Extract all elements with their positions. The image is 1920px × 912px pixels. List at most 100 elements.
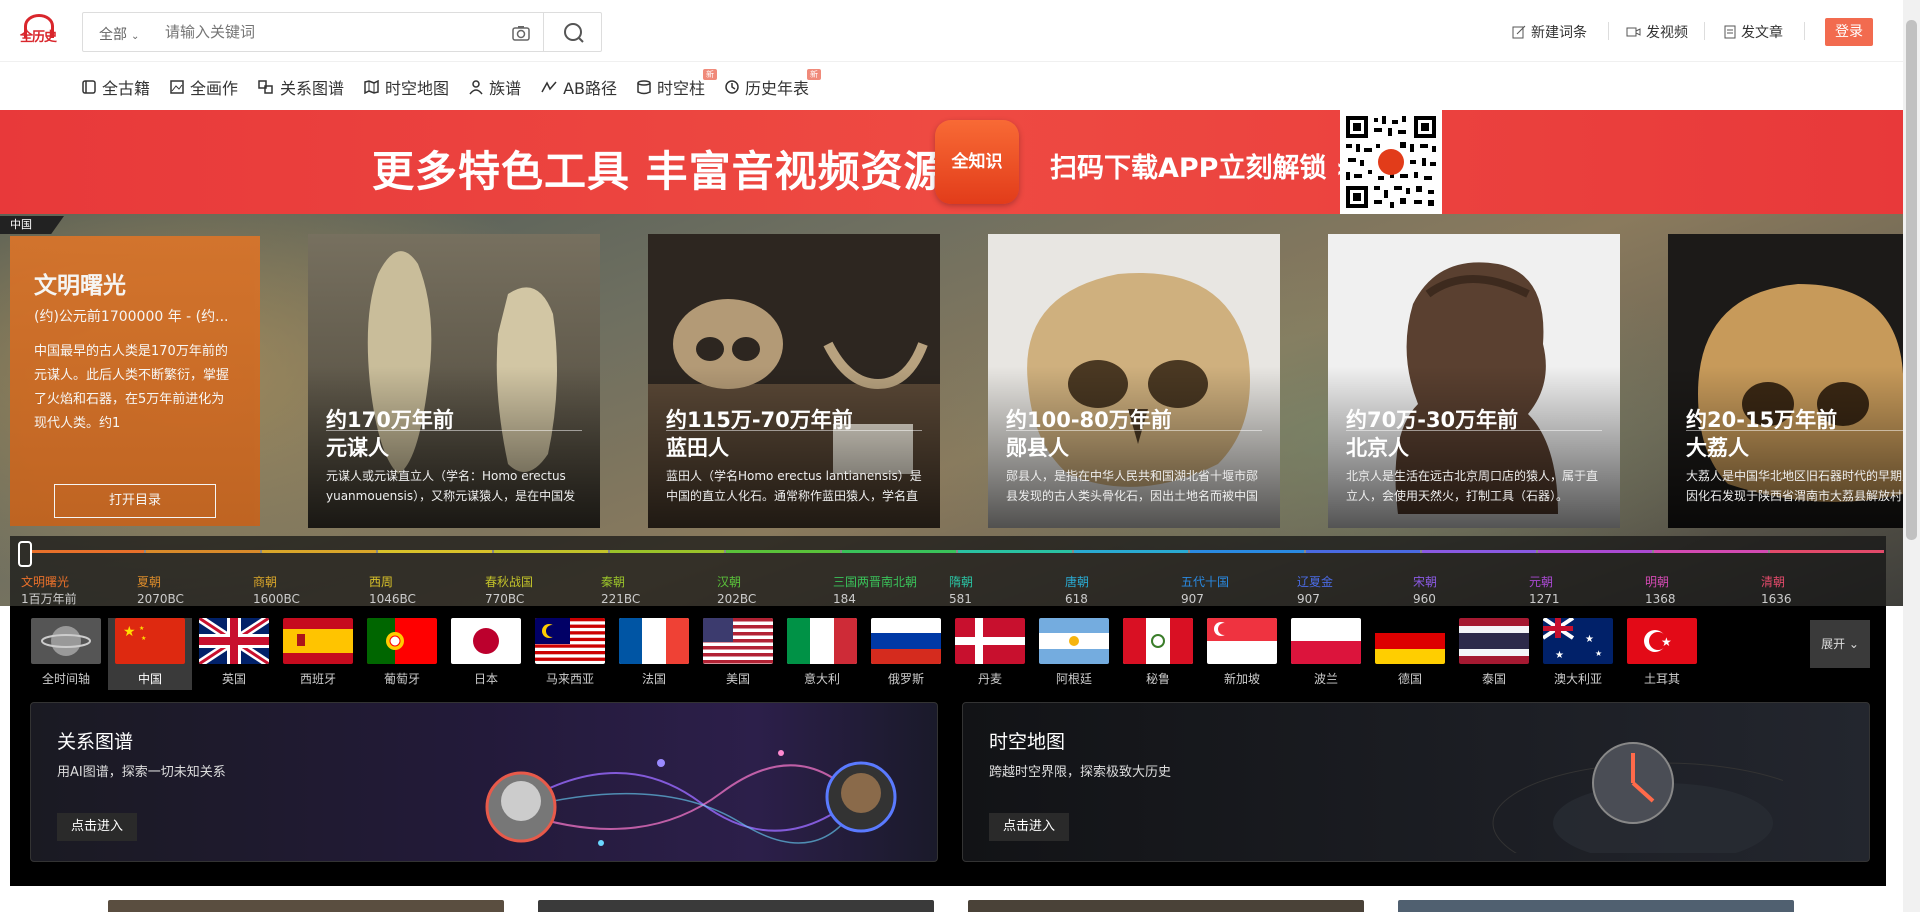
country-flag-option[interactable]: 新加坡 (1206, 618, 1278, 690)
scrollbar-thumb[interactable] (1906, 20, 1917, 540)
timeline-era-segment[interactable] (146, 550, 260, 553)
timeline-era[interactable]: 清朝 1636 (1761, 574, 1792, 606)
country-flag-option[interactable]: 法国 (618, 618, 690, 690)
app-download-banner[interactable]: 更多特色工具 丰富音视频资源 全知识 扫码下载APP立刻解锁 › (0, 110, 1903, 214)
card-name: 蓝田人 (666, 436, 729, 460)
timeline-era-segment[interactable] (958, 550, 1072, 553)
country-name: 澳大利亚 (1553, 672, 1602, 686)
flag-icon (451, 618, 521, 664)
timeline-era-segment[interactable] (842, 550, 956, 553)
timeline-era[interactable]: 五代十国 907 (1181, 574, 1229, 606)
timeline-era-segment[interactable] (262, 550, 376, 553)
country-flag-option[interactable]: 丹麦 (954, 618, 1026, 690)
country-flag-option[interactable]: 俄罗斯 (870, 618, 942, 690)
timeline-era-segment[interactable] (1306, 550, 1420, 553)
era-start-year: 221BC (601, 592, 641, 606)
timeline-era[interactable]: 西周 1046BC (369, 574, 416, 606)
search-input[interactable] (163, 19, 563, 45)
timeline-era-segment[interactable] (378, 550, 492, 553)
country-flag-option[interactable]: 德国 (1374, 618, 1446, 690)
new-entry-button[interactable]: 新建词条 (1512, 22, 1587, 42)
timeline-era-segment[interactable] (494, 550, 608, 553)
country-flag-option[interactable]: 阿根廷 (1038, 618, 1110, 690)
nav-item-relation-graph[interactable]: 关系图谱 (258, 75, 344, 99)
timeline-era[interactable]: 三国两晋南北朝 184 (833, 574, 917, 606)
country-flag-option[interactable]: 马来西亚 (534, 618, 606, 690)
timeline-era[interactable]: 唐朝 618 (1065, 574, 1089, 606)
event-card[interactable]: 约100-80万年前 郧县人 郧县人，是指在中华人民共和国湖北省十堰市郧县发现的… (988, 234, 1280, 528)
timeline-era[interactable]: 元朝 1271 (1529, 574, 1560, 606)
country-flag-option[interactable]: ★ 土耳其 (1626, 618, 1698, 690)
country-flag-option[interactable]: 葡萄牙 (366, 618, 438, 690)
country-name: 秘鲁 (1145, 672, 1170, 686)
open-catalog-button[interactable]: 打开目录 (54, 484, 216, 518)
nav-item-label: 时空柱 (657, 79, 706, 98)
country-flag-option[interactable]: 美国 (702, 618, 774, 690)
country-flag-option[interactable]: 全时间轴 (30, 618, 102, 690)
country-name: 全时间轴 (41, 672, 90, 686)
timeline-era-segment[interactable] (30, 550, 144, 553)
flag-icon (1459, 618, 1529, 664)
timeline-era[interactable]: 汉朝 202BC (717, 574, 756, 606)
content-card-peek (968, 900, 1364, 912)
country-flag-option[interactable]: 英国 (198, 618, 270, 690)
search-category-select[interactable]: 全部 ⌄ (99, 24, 139, 44)
timeline-era[interactable]: 夏朝 2070BC (137, 574, 184, 606)
nav-item-spacetime-pillar[interactable]: 时空柱新 (637, 69, 718, 99)
country-flag-option[interactable]: ★ ★ ★ 澳大利亚 (1542, 618, 1614, 690)
timeline-era[interactable]: 商朝 1600BC (253, 574, 300, 606)
country-flag-option[interactable]: 日本 (450, 618, 522, 690)
timeline-era[interactable]: 秦朝 221BC (601, 574, 640, 606)
camera-icon[interactable] (511, 23, 531, 43)
nav-item-ancient-books[interactable]: 全古籍 (82, 75, 150, 99)
page-scrollbar[interactable] (1903, 0, 1920, 912)
event-card[interactable]: 约70万-30万年前 北京人 北京人是生活在远古北京周口店的猿人，属于直立人，会… (1328, 234, 1620, 528)
event-card[interactable]: 约170万年前 元谋人 元谋人或元谋直立人（学名：Homo erectus yu… (308, 234, 600, 528)
country-flag-option[interactable]: 秘鲁 (1122, 618, 1194, 690)
nav-item-genealogy[interactable]: 族谱 (469, 75, 521, 99)
nav-item-ab-path[interactable]: AB路径 (541, 75, 617, 99)
qr-code-icon (1344, 114, 1438, 210)
timeline-era-segment[interactable] (1074, 550, 1188, 553)
relation-graph-card[interactable]: 关系图谱 用AI图谱，探索一切未知关系 点击进入 (30, 702, 938, 862)
expand-countries-button[interactable]: 展开 ⌄ (1810, 620, 1870, 668)
nav-item-spacetime-map[interactable]: 时空地图 (364, 75, 449, 99)
flag-icon (31, 618, 101, 664)
login-button[interactable]: 登录 (1825, 18, 1873, 46)
timeline-era-segment[interactable] (610, 550, 724, 553)
site-logo[interactable]: 全历史 (20, 14, 60, 46)
timeline-era-segment[interactable] (1190, 550, 1304, 553)
timeline-era[interactable]: 春秋战国 770BC (485, 574, 533, 606)
timeline-slider-handle[interactable] (18, 541, 32, 567)
country-flag-option[interactable]: ★ ★ ★ 中国 (108, 618, 192, 690)
event-card[interactable]: 约115万-70万年前 蓝田人 蓝田人（学名Homo erectus lanti… (648, 234, 940, 528)
era-title: 文明曙光 (34, 273, 126, 299)
enter-spacetime-map-button[interactable]: 点击进入 (989, 813, 1069, 841)
country-flag-option[interactable]: 意大利 (786, 618, 858, 690)
search-button[interactable] (543, 13, 603, 51)
timeline-era-segment[interactable] (1654, 550, 1768, 553)
timeline-era[interactable]: 宋朝 960 (1413, 574, 1437, 606)
timeline-era-segment[interactable] (1422, 550, 1536, 553)
post-video-button[interactable]: 发视频 (1626, 22, 1688, 42)
timeline-era-segment[interactable] (1770, 550, 1884, 553)
timeline-era[interactable]: 辽夏金 907 (1297, 574, 1333, 606)
header-divider (1608, 22, 1609, 40)
timeline-era-segment[interactable] (1538, 550, 1652, 553)
country-flag-option[interactable]: 波兰 (1290, 618, 1362, 690)
event-card[interactable]: 约20-15万年前 大荔人 大荔人是中国华北地区旧石器时代的早期人类，因化石发现… (1668, 234, 1903, 528)
timeline-era[interactable]: 明朝 1368 (1645, 574, 1676, 606)
timeline-era-segment[interactable] (726, 550, 840, 553)
post-article-button[interactable]: 发文章 (1724, 22, 1783, 42)
spacetime-map-card[interactable]: 时空地图 跨越时空界限，探索极致大历史 点击进入 (962, 702, 1870, 862)
country-flag-option[interactable]: 泰国 (1458, 618, 1530, 690)
flag-icon (1375, 618, 1445, 664)
timeline-era[interactable]: 文明曙光 1百万年前 (21, 574, 77, 606)
nav-item-paintings[interactable]: 全画作 (170, 75, 238, 99)
enter-relation-graph-button[interactable]: 点击进入 (57, 813, 137, 841)
country-flag-option[interactable]: 西班牙 (282, 618, 354, 690)
era-name: 西周 (369, 575, 394, 589)
timeline-era[interactable]: 隋朝 581 (949, 574, 973, 606)
nav-item-timeline[interactable]: 历史年表新 (725, 69, 822, 99)
era-start-year: 581 (949, 592, 972, 606)
